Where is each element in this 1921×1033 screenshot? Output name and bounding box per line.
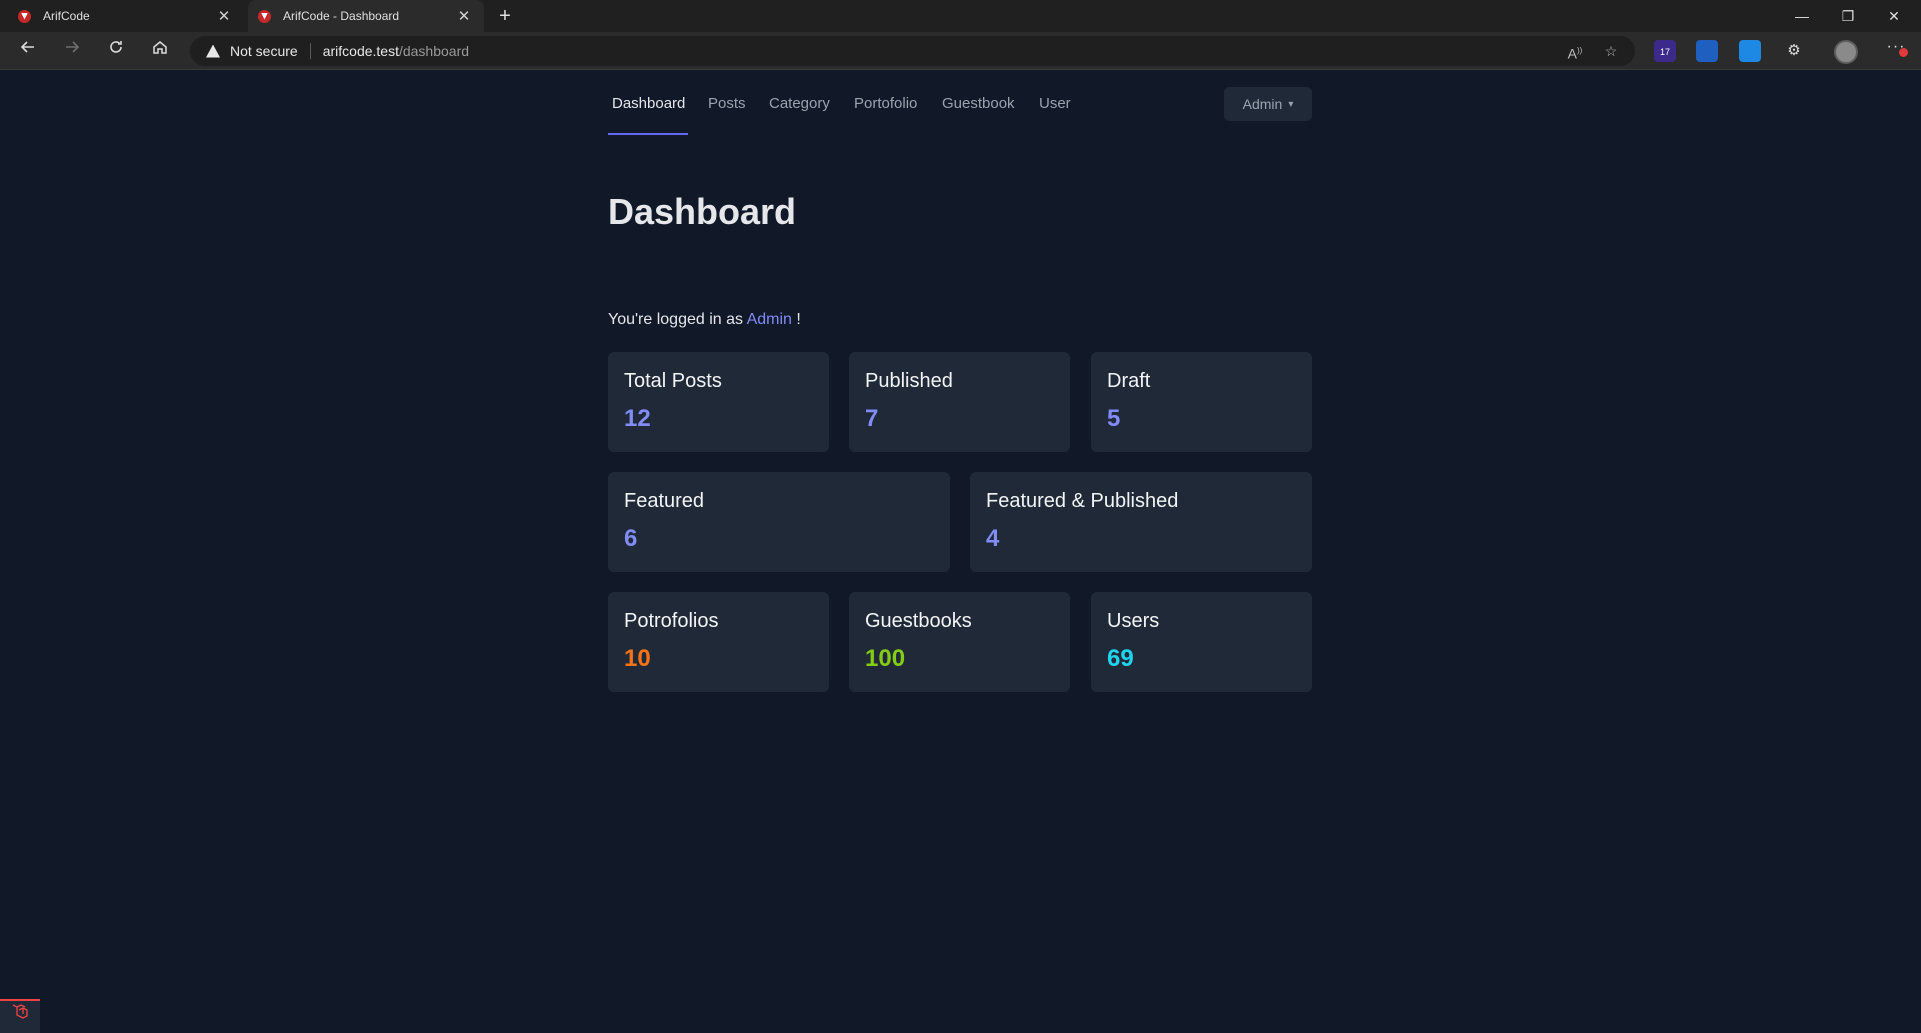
stat-value: 100 (865, 645, 906, 672)
site-favicon-icon (18, 9, 31, 23)
stat-label: Draft (1107, 370, 1151, 392)
page-title: Dashboard (608, 191, 797, 232)
stat-label: Total Posts (624, 370, 722, 392)
tab-close-icon[interactable]: ✕ (214, 7, 234, 25)
address-separator (309, 43, 311, 59)
stat-card-guestbooks: Guestbooks 100 (849, 592, 1070, 692)
user-menu-button[interactable]: Admin ▾ (1224, 87, 1312, 121)
nav-item-portofolio[interactable]: Portofolio (854, 95, 917, 136)
stat-label: Published (865, 370, 953, 392)
back-arrow-icon[interactable] (13, 37, 43, 65)
stat-card-users: Users 69 (1091, 592, 1312, 692)
stat-label: Guestbooks (865, 610, 972, 632)
security-label[interactable]: Not secure (230, 43, 298, 59)
home-icon[interactable] (145, 37, 175, 65)
login-status: You're logged in as Admin ! (608, 311, 801, 329)
minimize-icon[interactable]: — (1779, 0, 1825, 32)
nav-item-posts[interactable]: Posts (708, 95, 746, 136)
stat-card-featured-published: Featured & Published 4 (970, 472, 1312, 572)
stat-card-total-posts: Total Posts 12 (608, 352, 829, 452)
favorite-icon[interactable]: ☆ (1599, 39, 1623, 63)
nav-item-dashboard[interactable]: Dashboard (612, 95, 685, 136)
profile-avatar[interactable] (1834, 40, 1858, 64)
translate-extension-icon[interactable] (1739, 40, 1761, 62)
stat-value: 4 (986, 525, 1000, 552)
extensions-icon[interactable]: ⚙ (1783, 40, 1805, 62)
user-menu-label: Admin (1242, 96, 1283, 112)
address-bar[interactable]: Not secure arifcode.test /dashboard A)) … (190, 36, 1635, 66)
browser-tab-dashboard[interactable]: ArifCode - Dashboard ✕ (248, 0, 484, 32)
tab-title: ArifCode (43, 9, 90, 23)
laravel-icon[interactable] (0, 999, 40, 1033)
more-menu-icon[interactable]: ··· (1882, 38, 1910, 57)
url-host: arifcode.test (322, 43, 399, 59)
browser-tab-arifcode[interactable]: ArifCode ✕ (0, 0, 244, 32)
window-close-icon[interactable]: ✕ (1871, 0, 1917, 32)
nav-item-category[interactable]: Category (769, 95, 830, 136)
login-suffix: ! (796, 311, 801, 328)
stat-value: 12 (624, 405, 651, 432)
stat-value: 69 (1107, 645, 1134, 672)
stat-label: Users (1107, 610, 1160, 632)
browser-tab-bar: ArifCode ✕ ArifCode - Dashboard ✕ + — ❐ … (0, 0, 1921, 32)
warning-icon (206, 44, 220, 58)
login-prefix: You're logged in as (608, 311, 744, 328)
extension-badge-icon[interactable]: 17 (1654, 40, 1676, 62)
nav-item-guestbook[interactable]: Guestbook (942, 95, 1015, 136)
stat-card-draft: Draft 5 (1091, 352, 1312, 452)
url-path: /dashboard (398, 43, 470, 59)
chevron-down-icon: ▾ (1288, 98, 1294, 110)
stat-value: 10 (624, 645, 651, 672)
top-navigation: Dashboard Posts Category Portofolio Gues… (608, 71, 1312, 137)
stat-card-portfolios: Potrofolios 10 (608, 592, 829, 692)
read-aloud-icon[interactable]: A)) (1563, 39, 1587, 63)
logged-user-name: Admin (746, 311, 792, 328)
notification-dot (1899, 48, 1908, 57)
stat-label: Featured & Published (986, 490, 1179, 512)
tab-close-icon[interactable]: ✕ (454, 7, 474, 25)
stat-value: 5 (1107, 405, 1121, 432)
stat-card-featured: Featured 6 (608, 472, 950, 572)
restore-icon[interactable]: ❐ (1825, 0, 1871, 32)
forward-arrow-icon[interactable] (57, 37, 87, 65)
page-content: Dashboard Posts Category Portofolio Gues… (0, 71, 1921, 1033)
tab-title: ArifCode - Dashboard (283, 9, 400, 23)
collections-icon[interactable] (1696, 40, 1718, 62)
stat-value: 7 (865, 405, 879, 432)
stat-label: Featured (624, 490, 705, 512)
browser-toolbar: Not secure arifcode.test /dashboard A)) … (0, 32, 1921, 70)
stat-label: Potrofolios (624, 610, 719, 632)
site-favicon-icon (258, 9, 271, 23)
new-tab-icon[interactable]: + (493, 4, 517, 28)
nav-item-user[interactable]: User (1039, 95, 1071, 136)
stat-card-published: Published 7 (849, 352, 1070, 452)
reload-icon[interactable] (101, 37, 131, 65)
extension-badge-count: 17 (1659, 47, 1670, 57)
active-nav-indicator (608, 133, 688, 135)
stat-value: 6 (624, 525, 638, 552)
